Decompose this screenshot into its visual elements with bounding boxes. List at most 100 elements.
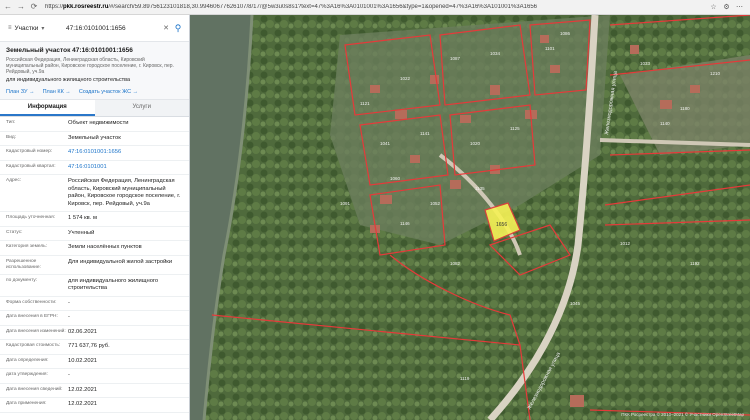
attribute-value: - <box>68 299 70 306</box>
attribute-row: Категория земель: Земли населённых пункто… <box>0 241 189 256</box>
attribute-key: дата утверждения: <box>6 372 48 377</box>
create-parcel-link[interactable]: Создать участок ЖС → <box>79 89 138 95</box>
attribute-row: Статус: Учтенный <box>0 227 189 241</box>
attribute-key: Разрешенное использование: <box>6 258 41 270</box>
attribute-row: дата утверждения: - <box>0 369 189 384</box>
attribute-value[interactable]: 47:16:0101001:1656 <box>68 149 183 157</box>
parcel-number-label: 1052 <box>430 201 441 206</box>
parcel-number-label: 1060 <box>390 176 401 181</box>
parcel-number-label: 1022 <box>400 76 411 81</box>
attribute-key: Статус: <box>6 229 23 235</box>
parcel-number-label: 1045 <box>570 301 581 306</box>
attribute-list: Тип: Объект недвижимости Вид: Земельный уча… <box>0 117 189 413</box>
attribute-value: для индивидуального жилищного строительс… <box>68 277 159 292</box>
parcel-number-label: 1141 <box>420 131 430 136</box>
attribute-value: Для индивидуальной жилой застройки <box>68 258 173 265</box>
attribute-key: Дата внесения изменений: <box>6 328 66 334</box>
search-bar: ≡ Участки ▾ ✕ ⚲ <box>0 15 189 42</box>
attribute-key: по документу: <box>6 277 38 283</box>
tab-services[interactable]: Услуги <box>94 100 189 116</box>
browser-address-bar: ← → ⟳ https://pkk.rosreestr.ru/#/search/… <box>0 0 750 15</box>
parcel-number-label: 1125 <box>510 126 520 131</box>
url-field[interactable]: https://pkk.rosreestr.ru/#/search/59.897… <box>45 4 645 10</box>
chevron-down-icon: ▾ <box>41 25 45 32</box>
search-category-select[interactable]: ≡ Участки ▾ <box>0 25 60 32</box>
attribute-value[interactable]: 47:16:0101001 <box>68 164 183 172</box>
reload-icon[interactable]: ⟳ <box>29 2 39 12</box>
map-canvas[interactable]: 1656 Железнодорожная улица Железнодорожн… <box>190 15 750 420</box>
plan-kk-link[interactable]: План КК → <box>43 89 71 95</box>
search-icon[interactable]: ⚲ <box>171 23 185 34</box>
attribute-value: 12.02.2021 <box>68 401 98 407</box>
attribute-row: Дата внесения в ЕГРН: - <box>0 311 189 326</box>
parcel-number-label: 1041 <box>380 141 391 146</box>
attribute-key: Тип: <box>6 120 16 125</box>
parcel-number-label: 1082 <box>450 261 461 266</box>
back-icon[interactable]: ← <box>3 2 13 12</box>
attribute-key: Вид: <box>6 134 17 140</box>
attribute-key: Кадастровый квартал: <box>6 163 56 169</box>
attribute-row: Площадь уточненная: 1 574 кв. м <box>0 212 189 227</box>
map-attribution: ПКК Росреестра © 2010–2021 © Участники O… <box>621 412 744 417</box>
attribute-key: Дата внесения сведений: <box>6 386 63 392</box>
attribute-row: Тип: Объект недвижимости <box>0 117 189 132</box>
tab-info[interactable]: Информация <box>0 100 95 116</box>
selected-parcel-label: 1656 <box>496 222 507 228</box>
object-use: для индивидуального жилищного строительс… <box>6 77 131 83</box>
parcel-number-label: 1119 <box>460 376 470 381</box>
attribute-row: Форма собственности: - <box>0 297 189 311</box>
forward-icon[interactable]: → <box>16 2 26 12</box>
parcel-number-label: 1033 <box>640 61 651 66</box>
object-address: Российская Федерация, Ленинградская обла… <box>6 57 174 75</box>
attribute-value: Объект недвижимости <box>68 120 129 126</box>
attribute-row: Кадастровая стоимость: 771 637,76 руб. <box>0 340 189 355</box>
parcel-number-label: 1091 <box>340 201 351 206</box>
card-tabs: Информация Услуги <box>0 99 189 117</box>
attribute-value: - <box>68 314 70 320</box>
attribute-value: 771 637,76 руб. <box>68 343 110 349</box>
attribute-row: по документу: для индивидуального жилищно… <box>0 275 189 297</box>
parcel-number-label: 1135 <box>475 186 485 191</box>
attribute-value: Учтенный <box>68 229 95 236</box>
attribute-key: Дата применения: <box>6 401 47 406</box>
star-icon[interactable]: ☆ <box>709 3 718 12</box>
parcel-number-label: 1034 <box>490 51 501 56</box>
object-card-header: Земельный участок 47:16:0101001:1656 Рос… <box>0 42 189 86</box>
parcel-number-label: 1192 <box>690 261 700 266</box>
attribute-row: Вид: Земельный участок <box>0 132 189 146</box>
attribute-value: 1 574 кв. м <box>68 215 97 221</box>
close-icon[interactable]: ✕ <box>161 24 171 32</box>
menu-icon[interactable]: ⋯ <box>735 3 744 12</box>
attribute-key: Адрес: <box>6 178 22 183</box>
attribute-key: Кадастровый номер: <box>6 149 53 154</box>
parcel-number-label: 1146 <box>400 221 410 226</box>
parcel-number-label: 1086 <box>560 31 571 36</box>
plan-zu-link[interactable]: План ЗУ → <box>6 89 35 95</box>
attribute-row: Кадастровый номер: 47:16:0101001:1656 <box>0 146 189 161</box>
hamburger-icon[interactable]: ≡ <box>8 25 12 31</box>
card-links: План ЗУ → План КК → Создать участок ЖС → <box>0 86 189 99</box>
info-panel: ≡ Участки ▾ ✕ ⚲ Земельный участок 47:16:… <box>0 15 190 420</box>
attribute-value: Земли населённых пунктов <box>68 244 142 250</box>
attribute-key: Площадь уточненная: <box>6 215 56 220</box>
parcel-number-label: 1121 <box>360 101 370 106</box>
parcel-number-label: 1101 <box>545 46 555 51</box>
parcel-number-label: 1020 <box>470 141 481 146</box>
search-input[interactable] <box>60 24 161 32</box>
attribute-row: Дата применения: 12.02.2021 <box>0 398 189 413</box>
parcel-number-label: 1140 <box>660 121 670 126</box>
parcel-number-label: 1087 <box>450 56 461 61</box>
attribute-row: Дата определения: 10.02.2021 <box>0 355 189 369</box>
attribute-key: Дата внесения в ЕГРН: <box>6 314 58 319</box>
map-view[interactable]: 1656 Железнодорожная улица Железнодорожн… <box>190 15 750 420</box>
extensions-icon[interactable]: ⚙ <box>722 3 731 12</box>
attribute-value: 12.02.2021 <box>68 386 98 393</box>
object-title: Земельный участок 47:16:0101001:1656 <box>6 47 133 54</box>
parcel-number-label: 1012 <box>620 241 631 246</box>
parcel-number-label: 1180 <box>680 106 690 111</box>
attribute-row: Дата внесения сведений: 12.02.2021 <box>0 384 189 398</box>
parcel-number-label: 1210 <box>710 71 721 76</box>
attribute-key: Дата определения: <box>6 357 49 363</box>
attribute-key: Форма собственности: <box>6 299 57 305</box>
attribute-row: Разрешенное использование: Для индивидуал… <box>0 256 189 275</box>
